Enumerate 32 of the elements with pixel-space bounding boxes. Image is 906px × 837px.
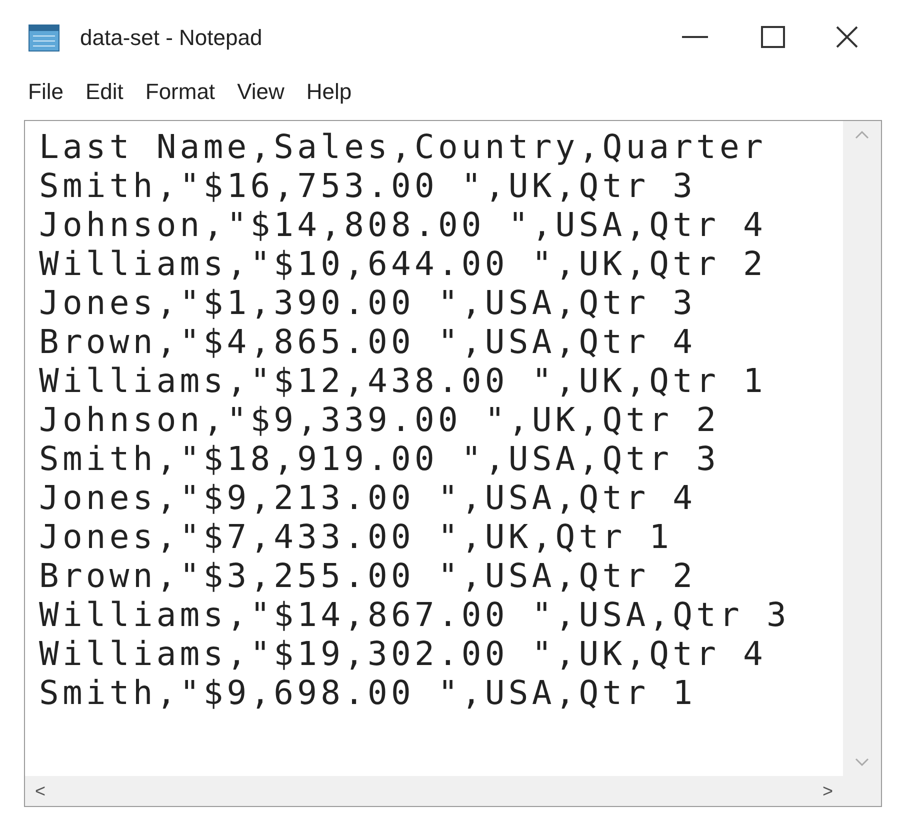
menu-item[interactable]: Format xyxy=(145,74,216,108)
scroll-left-arrow[interactable]: < xyxy=(35,778,46,804)
scroll-down-icon[interactable] xyxy=(855,758,869,766)
text-line: Jones,"$9,213.00 ",USA,Qtr 4 xyxy=(39,478,698,517)
text-line: Johnson,"$14,808.00 ",USA,Qtr 4 xyxy=(39,205,768,244)
text-line: Brown,"$3,255.00 ",USA,Qtr 2 xyxy=(39,556,698,595)
menu-item[interactable]: Edit xyxy=(85,74,124,108)
text-line: Last Name,Sales,Country,Quarter xyxy=(39,127,768,166)
vertical-scrollbar[interactable] xyxy=(843,121,881,776)
text-line: Smith,"$18,919.00 ",USA,Qtr 3 xyxy=(39,439,721,478)
close-icon xyxy=(836,26,858,48)
scroll-up-icon[interactable] xyxy=(855,131,869,139)
notepad-icon xyxy=(28,22,60,52)
text-line: Smith,"$16,753.00 ",UK,Qtr 3 xyxy=(39,166,698,205)
menu-item[interactable]: File xyxy=(28,74,64,108)
text-line: Williams,"$14,867.00 ",USA,Qtr 3 xyxy=(39,595,791,634)
text-area[interactable] xyxy=(24,120,882,807)
scroll-right-arrow[interactable]: > xyxy=(822,778,833,804)
horizontal-scrollbar[interactable]: < > xyxy=(25,776,843,806)
text-line: Williams,"$19,302.00 ",UK,Qtr 4 xyxy=(39,634,768,673)
menu-item[interactable]: Help xyxy=(306,74,352,108)
text-line: Williams,"$12,438.00 ",UK,Qtr 1 xyxy=(39,361,768,400)
text-line: Williams,"$10,644.00 ",UK,Qtr 2 xyxy=(39,244,768,283)
maximize-icon xyxy=(761,26,785,48)
text-line: Brown,"$4,865.00 ",USA,Qtr 4 xyxy=(39,322,698,361)
menu-item[interactable]: View xyxy=(237,74,284,108)
text-line: Jones,"$7,433.00 ",UK,Qtr 1 xyxy=(39,517,674,556)
text-line: Johnson,"$9,339.00 ",UK,Qtr 2 xyxy=(39,400,721,439)
text-line: Jones,"$1,390.00 ",USA,Qtr 3 xyxy=(39,283,698,322)
window-title: data-set - Notepad xyxy=(80,24,262,52)
text-line: Smith,"$9,698.00 ",USA,Qtr 1 xyxy=(39,673,698,712)
minimize-icon xyxy=(682,36,708,38)
